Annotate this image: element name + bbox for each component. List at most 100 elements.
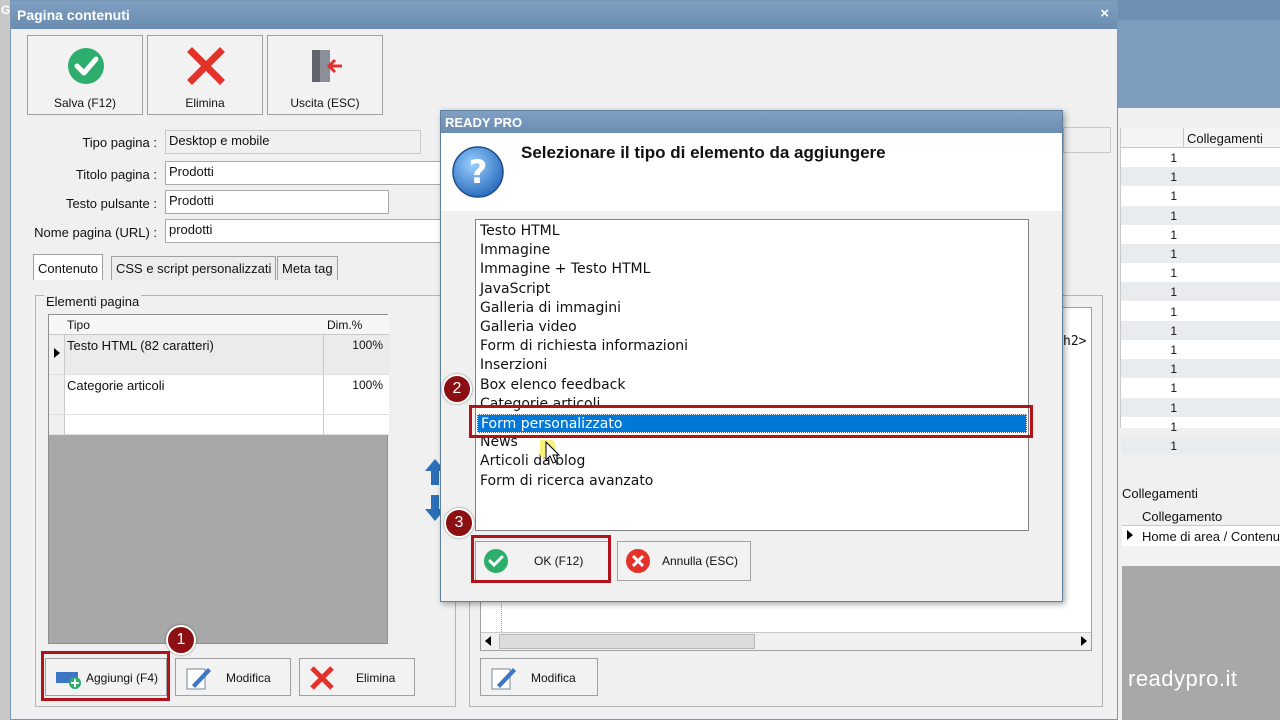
links-count-row[interactable]: 1 — [1121, 186, 1280, 205]
links-count-row[interactable]: 1 — [1121, 225, 1280, 244]
column-type-header: Tipo — [67, 318, 90, 332]
preview-edit-button[interactable]: Modifica — [480, 658, 598, 696]
links-count-value: 1 — [1170, 208, 1177, 223]
save-button-label: Salva (F12) — [53, 96, 117, 110]
save-button[interactable]: Salva (F12) — [27, 35, 143, 115]
edit-button[interactable]: Modifica — [175, 658, 291, 696]
step-badge-1: 1 — [166, 625, 196, 655]
list-item[interactable]: Inserzioni — [480, 356, 1026, 375]
links-count-row[interactable]: 1 — [1121, 263, 1280, 282]
tab-content[interactable]: Contenuto — [33, 254, 103, 280]
links-count-value: 1 — [1170, 151, 1177, 165]
exit-button-label: Uscita (ESC) — [290, 96, 360, 110]
links-grid-empty-row — [1122, 546, 1280, 566]
links-count-grid: Collegamenti 1 1 1 1 1 1 1 1 1 1 1 1 1 1 1 1 — [1120, 128, 1280, 455]
links-count-row[interactable]: 1 — [1121, 320, 1280, 340]
page-type-field[interactable]: Desktop e mobile — [165, 130, 421, 154]
list-item[interactable]: Testo HTML — [480, 222, 1026, 241]
page-title-input[interactable]: Prodotti — [165, 161, 441, 185]
horizontal-scrollbar[interactable] — [481, 632, 1091, 650]
main-titlebar: Pagina contenuti × — [11, 1, 1117, 29]
links-group-label: Collegamenti — [1122, 486, 1198, 501]
button-text-input[interactable]: Prodotti — [165, 190, 389, 214]
page-elements-grid: Tipo Dim.% Testo HTML (82 caratteri) 100… — [48, 314, 389, 644]
links-count-row[interactable]: 1 — [1121, 436, 1280, 455]
mouse-cursor-icon — [540, 440, 561, 464]
list-item[interactable]: Box elenco feedback — [480, 376, 1026, 395]
preview-edit-label: Modifica — [531, 671, 576, 685]
delete-element-button[interactable]: Elimina — [299, 658, 415, 696]
elements-grid-header: Tipo Dim.% — [49, 315, 389, 335]
table-row-empty[interactable] — [49, 415, 389, 435]
delete-element-label: Elimina — [356, 671, 396, 685]
links-count-row[interactable]: 1 — [1121, 340, 1280, 359]
links-count-value: 1 — [1170, 362, 1177, 377]
tab-meta-tag[interactable]: Meta tag — [277, 256, 338, 280]
links-count-row[interactable]: 1 — [1121, 378, 1280, 397]
links-count-row[interactable]: 1 — [1121, 417, 1280, 436]
page-elements-group: Elementi pagina Tipo Dim.% Testo HTML (8… — [35, 294, 456, 707]
highlight-selected-item — [469, 405, 1033, 438]
cross-icon — [187, 47, 225, 85]
scroll-left-icon[interactable] — [485, 636, 491, 646]
links-count-value: 1 — [1170, 266, 1177, 281]
list-item[interactable]: Immagine + Testo HTML — [480, 260, 1026, 279]
row-indicator — [49, 415, 65, 434]
watermark: readypro.it — [1128, 666, 1238, 691]
list-item[interactable]: Galleria video — [480, 318, 1026, 337]
background-toolbar-band — [1110, 20, 1280, 108]
dialog-titlebar: READY PRO — [441, 111, 1062, 133]
links-count-value: 1 — [1170, 227, 1177, 242]
cancel-icon — [626, 549, 650, 573]
row-dim: 100% — [352, 338, 383, 352]
links-count-value: 1 — [1170, 304, 1177, 319]
tab-css-scripts[interactable]: CSS e script personalizzati — [111, 256, 277, 280]
table-row[interactable]: Categorie articoli 100% — [49, 375, 389, 415]
element-type-list[interactable]: Testo HTML Immagine Immagine + Testo HTML J… — [475, 219, 1029, 531]
links-count-value: 1 — [1170, 189, 1177, 204]
cancel-button[interactable]: Annulla (ESC) — [617, 541, 751, 581]
highlight-add-button — [41, 651, 170, 701]
links-count-row[interactable]: 1 — [1121, 244, 1280, 263]
exit-button[interactable]: Uscita (ESC) — [267, 35, 383, 115]
edit-pencil-icon — [491, 668, 516, 690]
links-count-row[interactable]: 1 — [1121, 302, 1280, 321]
element-type-dialog: READY PRO ? Selezionare il tipo di eleme… — [440, 110, 1063, 602]
links-count-row[interactable]: 1 — [1121, 282, 1280, 302]
links-count-value: 1 — [1170, 419, 1177, 434]
links-count-row[interactable]: 1 — [1121, 397, 1280, 417]
links-grid-row-label: Home di area / Contenuto — [1142, 529, 1280, 544]
links-count-row[interactable]: 1 — [1121, 359, 1280, 379]
scroll-thumb[interactable] — [499, 634, 755, 649]
edit-button-label: Modifica — [226, 671, 271, 685]
links-grid-head: Collegamento — [1122, 506, 1280, 526]
links-count-row[interactable]: 1 — [1121, 148, 1280, 167]
background-title-band — [1110, 0, 1280, 20]
close-icon[interactable]: × — [1100, 5, 1109, 22]
list-item[interactable]: Form di ricerca avanzato — [480, 472, 1026, 491]
scroll-right-icon[interactable] — [1081, 636, 1087, 646]
list-item[interactable]: Form di richiesta informazioni — [480, 337, 1026, 356]
delete-button[interactable]: Elimina — [147, 35, 263, 115]
row-dim: 100% — [352, 378, 383, 392]
links-count-value: 1 — [1170, 343, 1177, 357]
links-count-value: 1 — [1170, 170, 1177, 185]
step-badge-3: 3 — [444, 508, 474, 538]
list-item[interactable]: JavaScript — [480, 280, 1026, 299]
links-count-value: 1 — [1170, 439, 1177, 453]
links-grid-row[interactable]: Home di area / Contenuto — [1122, 526, 1280, 546]
button-text-label: Testo pulsante : — [65, 196, 157, 211]
links-grid-header: Collegamenti — [1121, 128, 1280, 148]
row-type: Categorie articoli — [67, 378, 165, 393]
list-item[interactable]: Immagine — [480, 241, 1026, 260]
edge-letter: G — [1, 3, 11, 17]
row-indicator — [49, 375, 65, 414]
list-item[interactable]: Galleria di immagini — [480, 299, 1026, 318]
table-row[interactable]: Testo HTML (82 caratteri) 100% — [49, 335, 389, 375]
page-title-label: Titolo pagina : — [75, 167, 157, 182]
page-name-input[interactable]: prodotti — [165, 219, 441, 243]
dialog-title: READY PRO — [445, 115, 523, 130]
page-type-label: Tipo pagina : — [82, 135, 157, 150]
links-count-row[interactable]: 1 — [1121, 205, 1280, 225]
links-count-row[interactable]: 1 — [1121, 167, 1280, 187]
